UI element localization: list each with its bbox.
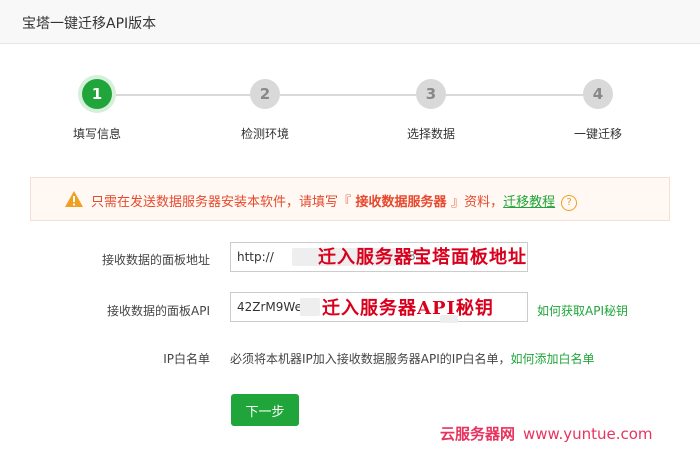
alert-text-before: 只需在发送数据服务器安装本软件，请填写『 — [91, 195, 352, 210]
step-3-indicator: 3 — [416, 79, 446, 109]
watermark-url: www.yuntue.com — [523, 425, 653, 443]
panel-url-value: http:// — [237, 250, 274, 264]
panel-api-value: 42ZrM9We — [237, 300, 302, 314]
panel-url-annotation: 迁入服务器宝塔面板地址 — [318, 247, 527, 268]
step-1-label: 填写信息 — [72, 127, 121, 141]
dialog-title: 宝塔一键迁移API版本 — [22, 16, 157, 32]
step-4-label: 一键迁移 — [573, 127, 622, 141]
alert-strong: 接收数据服务器 — [351, 195, 452, 210]
panel-url-label: 接收数据的面板地址 — [101, 253, 210, 267]
get-api-key-link[interactable]: 如何获取API秘钥 — [537, 302, 628, 319]
panel-api-annotation: 迁入服务器API秘钥 — [322, 298, 494, 319]
watermark-cn: 云服务器网 — [440, 425, 516, 443]
ip-whitelist-label: IP白名单 — [163, 352, 210, 366]
stepper-track — [98, 94, 598, 96]
migration-tutorial-link[interactable]: 迁移教程 — [503, 195, 555, 210]
next-step-button[interactable]: 下一步 — [231, 394, 299, 426]
ip-whitelist-text: 必须将本机器IP加入接收数据服务器API的IP白名单， — [230, 352, 511, 366]
step-4-indicator: 4 — [583, 79, 613, 109]
step-2-label: 检测环境 — [240, 127, 289, 141]
alert-text-after: 』资料， — [451, 195, 504, 210]
help-icon[interactable]: ? — [561, 194, 578, 211]
add-whitelist-link[interactable]: 如何添加白名单 — [511, 352, 595, 366]
ip-whitelist-hint: 必须将本机器IP加入接收数据服务器API的IP白名单，如何添加白名单 — [230, 350, 595, 367]
redacted-api-patch — [300, 298, 320, 316]
alert-message: 只需在发送数据服务器安装本软件，请填写『 接收数据服务器 』资料，迁移教程? — [91, 191, 578, 211]
panel-api-label: 接收数据的面板API — [107, 304, 210, 318]
warning-icon — [65, 191, 83, 207]
step-3-label: 选择数据 — [406, 127, 455, 141]
step-2-indicator: 2 — [250, 79, 280, 109]
warning-alert: 只需在发送数据服务器安装本软件，请填写『 接收数据服务器 』资料，迁移教程? — [30, 177, 670, 221]
dialog-header: 宝塔一键迁移API版本 — [0, 0, 700, 44]
step-1-indicator: 1 — [82, 79, 112, 109]
watermark: 云服务器网 www.yuntue.com — [440, 423, 653, 444]
